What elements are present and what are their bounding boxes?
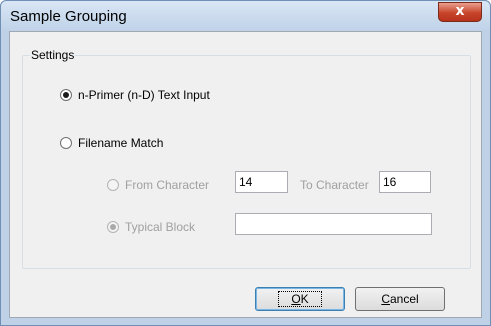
- from-character-input[interactable]: 14: [235, 171, 288, 193]
- radio-from-character[interactable]: From Character: [107, 178, 209, 192]
- cancel-button[interactable]: Cancel: [355, 287, 445, 311]
- ok-mnemonic: O: [291, 292, 301, 306]
- radio-n-primer[interactable]: n-Primer (n-D) Text Input: [60, 88, 210, 102]
- title-bar[interactable]: Sample Grouping x: [1, 1, 490, 31]
- cancel-mnemonic: C: [381, 292, 390, 306]
- radio-from-character-indicator[interactable]: [107, 179, 119, 191]
- dialog-client-area: Settings n-Primer (n-D) Text Input Filen…: [9, 31, 482, 318]
- typical-block-label: Typical Block: [125, 220, 196, 234]
- close-icon: x: [455, 3, 465, 19]
- radio-filename-match-label: Filename Match: [78, 136, 164, 150]
- to-character-input[interactable]: 16: [379, 171, 431, 193]
- ok-label-rest: K: [300, 292, 309, 306]
- typical-block-input[interactable]: [235, 213, 432, 235]
- radio-filename-match-indicator[interactable]: [60, 137, 72, 149]
- ok-button-focus: OK: [278, 291, 322, 307]
- radio-filename-match[interactable]: Filename Match: [60, 136, 163, 150]
- radio-n-primer-label: n-Primer (n-D) Text Input: [78, 88, 210, 102]
- cancel-label-rest: ancel: [389, 292, 419, 306]
- to-character-label: To Character: [300, 178, 369, 192]
- from-character-label: From Character: [125, 178, 210, 192]
- radio-typical-block[interactable]: Typical Block: [107, 220, 195, 234]
- settings-legend: Settings: [30, 48, 76, 62]
- window-title: Sample Grouping: [10, 8, 127, 25]
- radio-n-primer-indicator[interactable]: [60, 89, 72, 101]
- dialog-window: Sample Grouping x Settings n-Primer (n-D…: [0, 0, 491, 326]
- ok-button[interactable]: OK: [255, 287, 345, 311]
- close-button[interactable]: x: [438, 2, 482, 22]
- radio-typical-block-indicator[interactable]: [107, 221, 119, 233]
